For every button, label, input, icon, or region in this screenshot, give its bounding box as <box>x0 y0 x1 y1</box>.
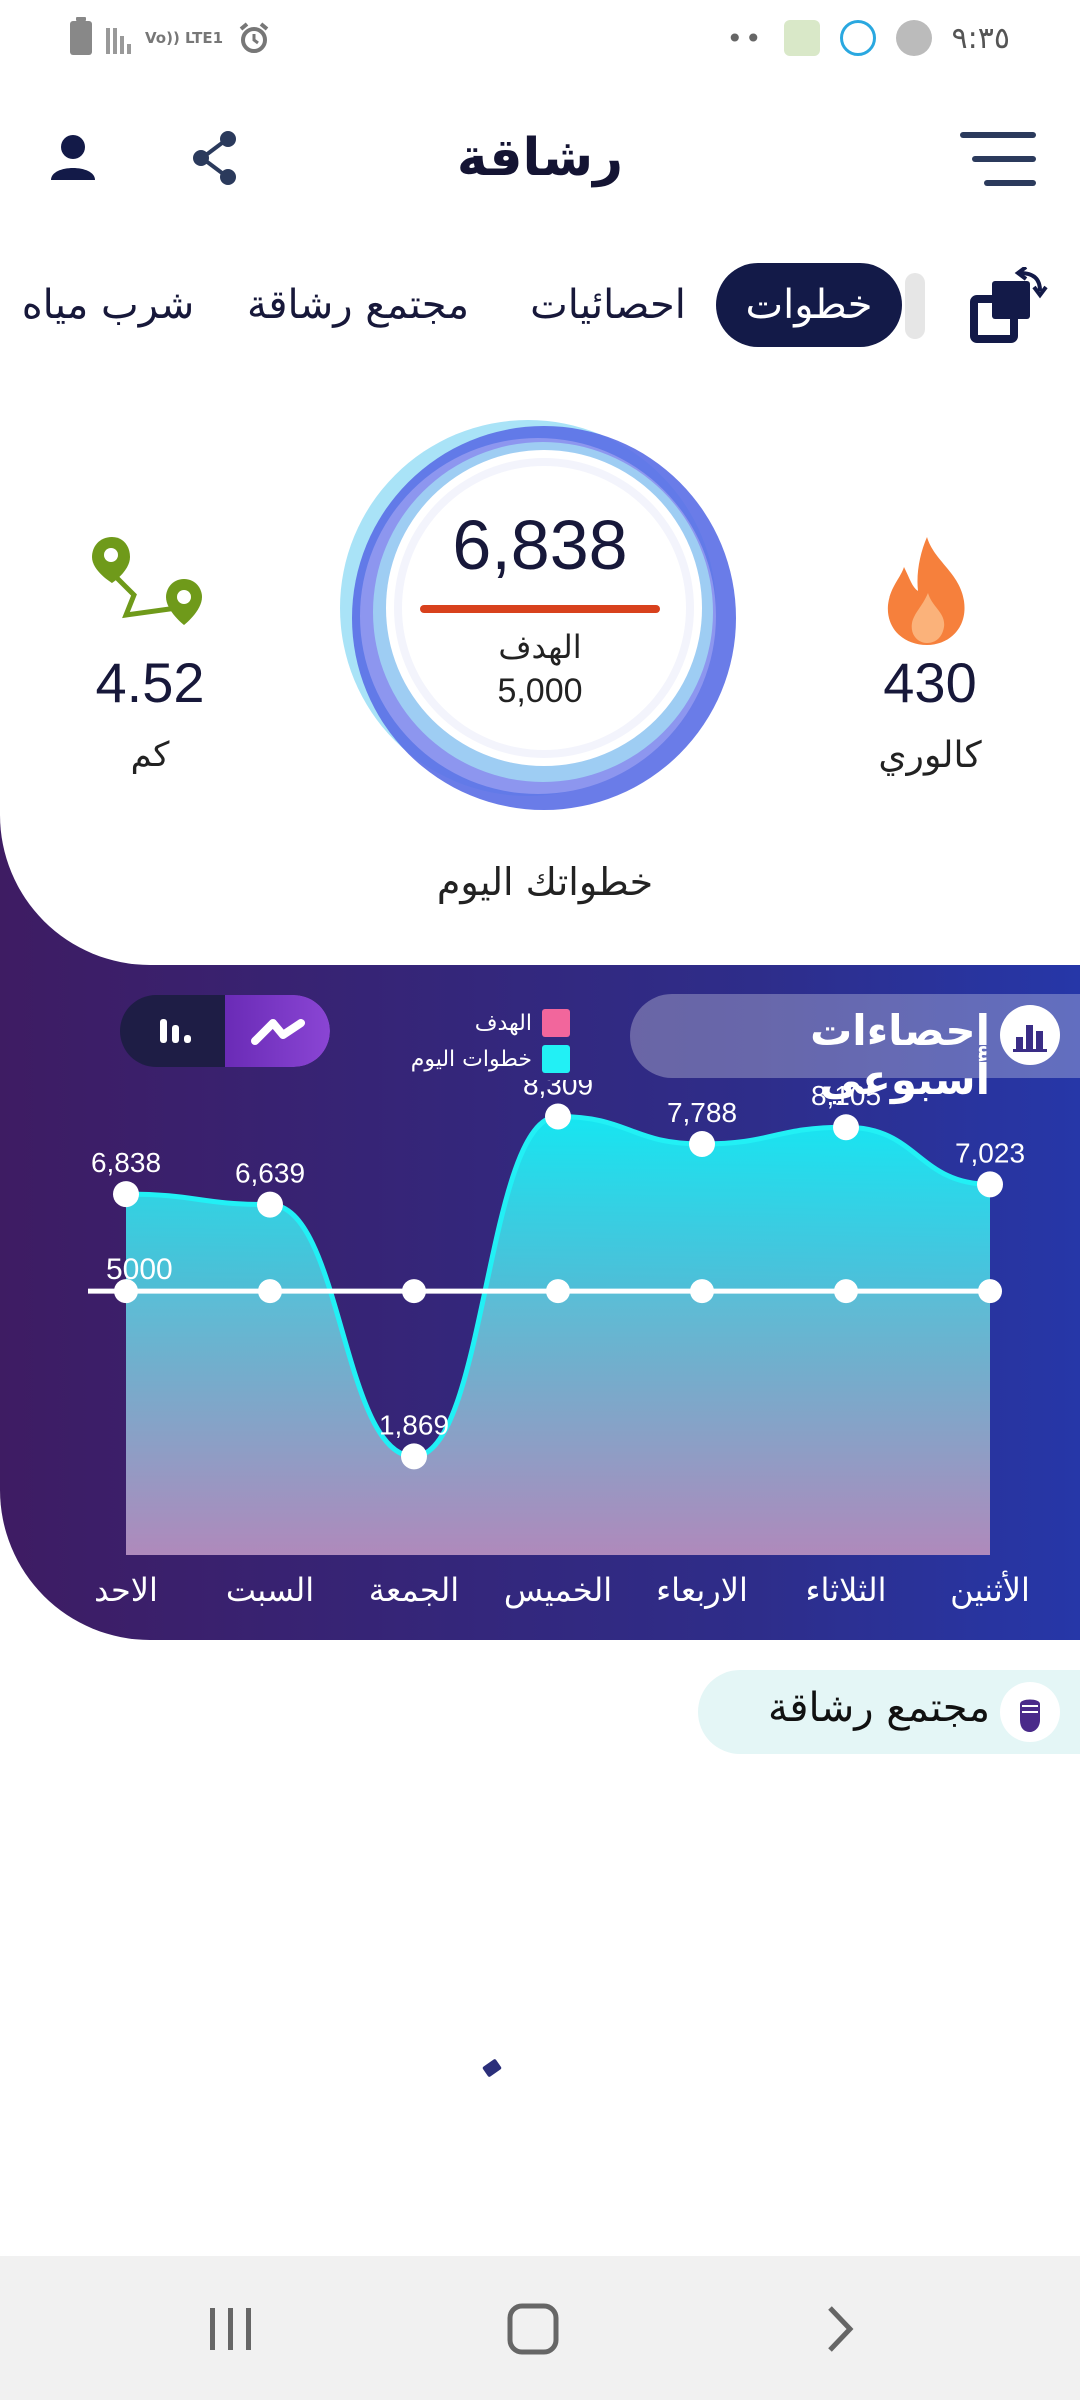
distance-unit: كم <box>130 735 170 775</box>
tab-statistics[interactable]: احصائيات <box>522 263 694 347</box>
steps-data-label: 7,788 <box>667 1097 737 1128</box>
menu-icon <box>960 132 1036 138</box>
legend-label-steps: خطوات اليوم <box>410 1046 532 1072</box>
steps-point <box>689 1130 715 1157</box>
alarm-icon <box>239 22 269 53</box>
steps-data-label: 6,639 <box>235 1158 305 1189</box>
progress-ring <box>340 420 736 810</box>
switch-view-button[interactable] <box>968 265 1048 347</box>
legend-item-steps: خطوات اليوم <box>380 1041 570 1077</box>
network-label: Vo)) LTE1 <box>145 29 224 47</box>
tab-steps[interactable]: خطوات <box>716 263 902 347</box>
legend-swatch-steps <box>542 1045 570 1073</box>
recent-apps-icon <box>210 2308 251 2350</box>
status-right-group: •• ٩:٣٥ <box>727 16 1010 60</box>
today-steps-value: 6,838 <box>452 506 628 584</box>
goal-point <box>834 1279 858 1304</box>
legend-item-goal: الهدف <box>380 1005 570 1041</box>
bar-chart-toggle[interactable] <box>120 995 225 1067</box>
x-tick-label: الأثنين <box>950 1570 1030 1609</box>
game-notification-icon <box>895 20 932 56</box>
status-left-group: Vo)) LTE1 <box>70 17 271 58</box>
x-tick-label: السبت <box>226 1571 314 1609</box>
menu-button[interactable] <box>960 130 1036 190</box>
goal-point <box>690 1279 714 1304</box>
clock: ٩:٣٥ <box>951 20 1010 56</box>
steps-point <box>113 1181 139 1208</box>
battery-icon <box>70 17 92 55</box>
goal-point <box>978 1279 1002 1304</box>
x-tick-label: الاربعاء <box>656 1571 748 1609</box>
steps-point <box>833 1114 859 1141</box>
distance-value: 4.52 <box>95 651 205 714</box>
back-icon <box>828 2306 854 2352</box>
tab-community[interactable]: مجتمع رشاقة <box>242 263 474 347</box>
x-tick-label: الخميس <box>504 1571 612 1609</box>
steps-progress-line <box>420 605 660 613</box>
weekly-steps-chart: 5000 7,023 الأثنين 8,105 الثلاثاء 7,788 الاربع… <box>88 1080 1030 1609</box>
goal-value: 5,000 <box>497 672 583 710</box>
bar-chart-icon <box>1013 1025 1047 1052</box>
top-app-bar: رشاقة <box>0 100 1080 220</box>
system-nav-bar <box>0 2256 1080 2400</box>
switch-view-icon <box>970 265 1048 343</box>
community-title: مجتمع رشاقة <box>767 1685 990 1731</box>
home-button[interactable] <box>498 2296 568 2362</box>
steps-data-label: 6,838 <box>91 1147 161 1178</box>
tab-water[interactable]: شرب مياه <box>18 263 198 347</box>
line-chart-toggle[interactable] <box>225 995 330 1067</box>
chart-legend: الهدف خطوات اليوم <box>380 1005 570 1077</box>
legend-swatch-goal <box>542 1009 570 1037</box>
steps-point <box>977 1171 1003 1198</box>
calories-unit: كالوري <box>878 735 982 776</box>
community-badge <box>1000 1682 1060 1742</box>
today-steps-label: خطواتك اليوم <box>436 860 654 904</box>
goal-line-label: 5000 <box>106 1253 173 1286</box>
steps-point <box>545 1103 571 1130</box>
goal-point <box>114 1279 138 1304</box>
chart-type-toggle[interactable] <box>120 995 330 1067</box>
tab-scroll-edge <box>905 273 925 339</box>
x-tick-label: الاحد <box>94 1571 158 1609</box>
steps-data-label: 8,309 <box>523 1080 593 1100</box>
signal-icon <box>106 22 131 54</box>
tab-bar: شرب مياه مجتمع رشاقة احصائيات خطوات <box>0 255 1080 355</box>
fist-icon <box>1020 1699 1040 1732</box>
x-tick-label: الجمعة <box>369 1571 459 1609</box>
steps-data-label: 1,869 <box>379 1409 449 1440</box>
weekly-stats-badge <box>1000 1005 1060 1065</box>
status-bar: Vo)) LTE1 •• ٩:٣٥ <box>0 0 1080 80</box>
fire-icon <box>887 537 965 645</box>
imo-icon <box>839 20 876 56</box>
steps-point <box>257 1191 283 1218</box>
app-notification-icon <box>783 20 820 56</box>
loading-indicator <box>482 2058 502 2078</box>
notification-dots: •• <box>726 21 764 55</box>
goal-point <box>258 1279 282 1304</box>
goal-point <box>402 1279 426 1304</box>
app-title: رشاقة <box>456 128 624 188</box>
steps-point <box>401 1443 427 1470</box>
bar-chart-toggle-icon <box>160 1019 191 1043</box>
x-tick-label: الثلاثاء <box>805 1571 886 1609</box>
calories-value: 430 <box>883 651 977 714</box>
goal-label: الهدف <box>498 628 582 666</box>
route-pins-icon <box>92 537 202 625</box>
goal-point <box>546 1279 570 1304</box>
home-icon <box>507 2303 559 2355</box>
steps-data-label: 8,105 <box>811 1080 881 1111</box>
back-button[interactable] <box>804 2296 874 2362</box>
steps-data-label: 7,023 <box>955 1137 1025 1168</box>
legend-label-goal: الهدف <box>474 1010 532 1036</box>
recent-apps-button[interactable] <box>196 2296 266 2362</box>
line-chart-toggle-icon <box>251 1019 305 1045</box>
